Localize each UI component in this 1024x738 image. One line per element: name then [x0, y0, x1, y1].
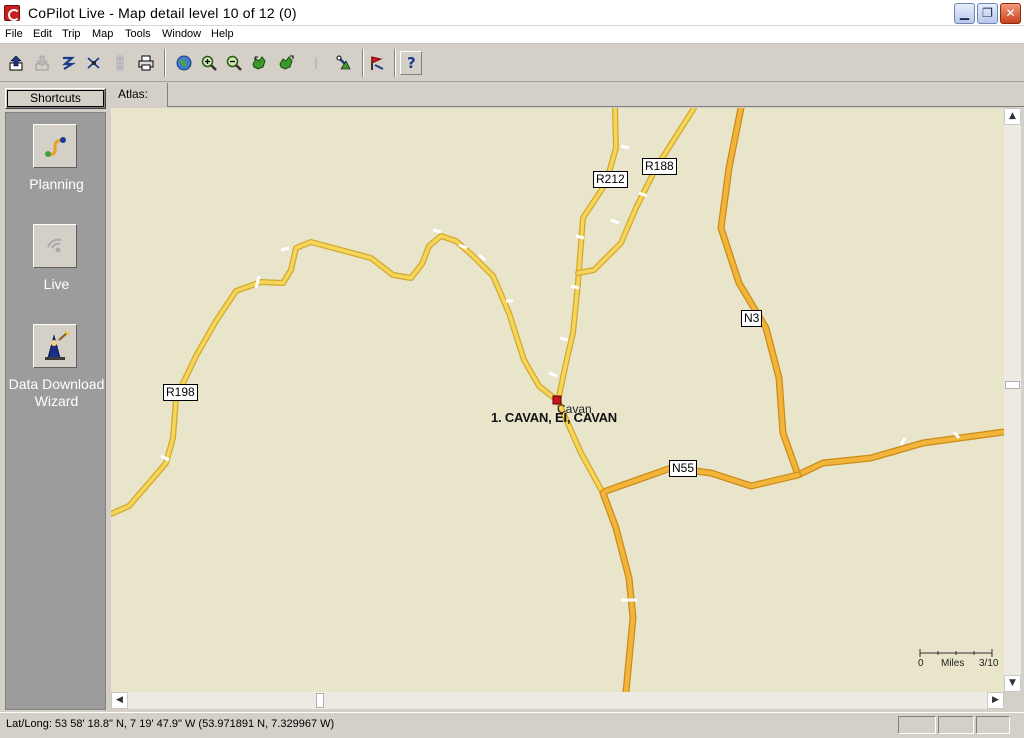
- restore-button[interactable]: ❐: [977, 3, 998, 24]
- scrollbar-corner: [1004, 692, 1021, 709]
- shortcuts-header[interactable]: Shortcuts: [5, 88, 106, 109]
- scroll-up-button[interactable]: ▲: [1004, 108, 1021, 125]
- road-r188: [575, 108, 697, 276]
- title-bar: CoPilot Live - Map detail level 10 of 12…: [0, 0, 1024, 26]
- road-shield-r198: R198: [163, 384, 198, 401]
- planning-icon: [45, 137, 66, 157]
- route-icon: [62, 56, 76, 70]
- road-shield-n55: N55: [669, 460, 698, 477]
- map-horizontal-scrollbar[interactable]: ◀ ▶: [111, 692, 1004, 709]
- zoom-out-icon: [226, 55, 242, 71]
- road-ticks: [160, 144, 961, 602]
- road-network: .minor-casing { fill: none; stroke: #d2a…: [111, 108, 1004, 692]
- latlong-readout: Lat/Long: 53 58' 18.8" N, 7 19' 47.9" W …: [6, 718, 335, 730]
- wizard-icon: [45, 330, 71, 360]
- zoom-in-icon: [201, 55, 217, 71]
- menu-help[interactable]: Help: [211, 28, 234, 40]
- toolbar-separator: [394, 49, 396, 77]
- data-download-wizard-button[interactable]: [33, 324, 77, 368]
- live-signal-icon: [47, 238, 62, 253]
- toolbar: ?: [0, 45, 1024, 82]
- live-label[interactable]: Live: [6, 276, 107, 293]
- pin-icon: [315, 57, 317, 69]
- data-download-wizard-label[interactable]: Data Download Wizard: [6, 376, 107, 410]
- toolbar-separator: [164, 49, 166, 77]
- zoom-region-button[interactable]: [248, 51, 270, 75]
- detour-button[interactable]: [83, 51, 105, 75]
- vertical-scroll-thumb[interactable]: [1005, 381, 1020, 389]
- menu-map[interactable]: Map: [92, 28, 113, 40]
- print-button[interactable]: [135, 51, 157, 75]
- road-n3: [717, 108, 1004, 479]
- status-panel: [938, 716, 974, 734]
- status-panel: [976, 716, 1010, 734]
- road-shield-r188: R188: [642, 158, 677, 175]
- help-icon: ?: [407, 54, 416, 72]
- tab-strip-divider: [168, 106, 1024, 107]
- map-scale-bar: 0 Miles 3/10: [917, 648, 999, 678]
- menu-edit[interactable]: Edit: [33, 28, 52, 40]
- map-view[interactable]: .minor-casing { fill: none; stroke: #d2a…: [111, 108, 1004, 692]
- printer-icon: [138, 55, 154, 71]
- shortcuts-list: Planning Live Data Download Wizard: [5, 112, 106, 710]
- live-shortcut-button[interactable]: [33, 224, 77, 268]
- upload-button[interactable]: [5, 51, 27, 75]
- copilot-app-icon[interactable]: [4, 5, 20, 21]
- map-vertical-scrollbar[interactable]: ▲ ▼: [1004, 108, 1021, 692]
- scroll-right-button[interactable]: ▶: [987, 692, 1004, 709]
- zoom-route-button[interactable]: [275, 51, 297, 75]
- zoom-out-button[interactable]: [223, 51, 245, 75]
- status-panel: [898, 716, 936, 734]
- menu-tools[interactable]: Tools: [125, 28, 151, 40]
- flag-icon: [371, 56, 384, 70]
- close-button[interactable]: ✕: [1000, 3, 1021, 24]
- scale-unit: Miles: [941, 658, 965, 669]
- toolbar-separator: [362, 49, 364, 77]
- atlas-tab[interactable]: Atlas:: [110, 83, 168, 107]
- scale-ruler: [919, 649, 993, 657]
- zoom-in-button[interactable]: [198, 51, 220, 75]
- minimize-button[interactable]: ▁: [954, 3, 975, 24]
- download-button[interactable]: [31, 51, 53, 75]
- road-r198: [111, 233, 561, 517]
- road-shield-r212: R212: [593, 171, 628, 188]
- place-flag-button[interactable]: [366, 51, 388, 75]
- world-view-button[interactable]: [173, 51, 195, 75]
- planning-label[interactable]: Planning: [6, 176, 107, 193]
- globe-icon: [176, 55, 192, 71]
- menu-trip[interactable]: Trip: [62, 28, 81, 40]
- upload-icon: [9, 55, 23, 71]
- download-icon: [35, 55, 49, 71]
- road-n55: [599, 464, 802, 692]
- map-region-icon: [252, 56, 266, 70]
- menu-bar: File Edit Trip Map Tools Window Help: [0, 26, 1024, 44]
- map-route-icon: [279, 55, 294, 70]
- scale-end: 3/10: [979, 658, 999, 669]
- road-shield-n3: N3: [741, 310, 763, 327]
- detour-icon: [87, 57, 100, 69]
- scale-start: 0: [918, 658, 924, 669]
- shortcuts-panel: Shortcuts Planning Live Data Download Wi…: [0, 83, 110, 712]
- scroll-left-button[interactable]: ◀: [111, 692, 128, 709]
- search-result-label[interactable]: 1. CAVAN, EI, CAVAN: [491, 410, 617, 425]
- horizontal-scroll-thumb[interactable]: [316, 693, 324, 708]
- menu-file[interactable]: File: [5, 28, 23, 40]
- planning-shortcut-button[interactable]: [33, 124, 77, 168]
- satellite-icon: [336, 55, 351, 70]
- help-button[interactable]: ?: [400, 51, 422, 75]
- gps-button[interactable]: [333, 51, 355, 75]
- status-bar: Lat/Long: 53 58' 18.8" N, 7 19' 47.9" W …: [0, 712, 1024, 738]
- route-button[interactable]: [57, 51, 79, 75]
- traffic-light-icon: [116, 55, 124, 71]
- window-title: CoPilot Live - Map detail level 10 of 12…: [28, 5, 297, 21]
- traffic-button[interactable]: [109, 51, 131, 75]
- menu-window[interactable]: Window: [162, 28, 201, 40]
- scroll-down-button[interactable]: ▼: [1004, 675, 1021, 692]
- disabled-tool-button[interactable]: [305, 51, 327, 75]
